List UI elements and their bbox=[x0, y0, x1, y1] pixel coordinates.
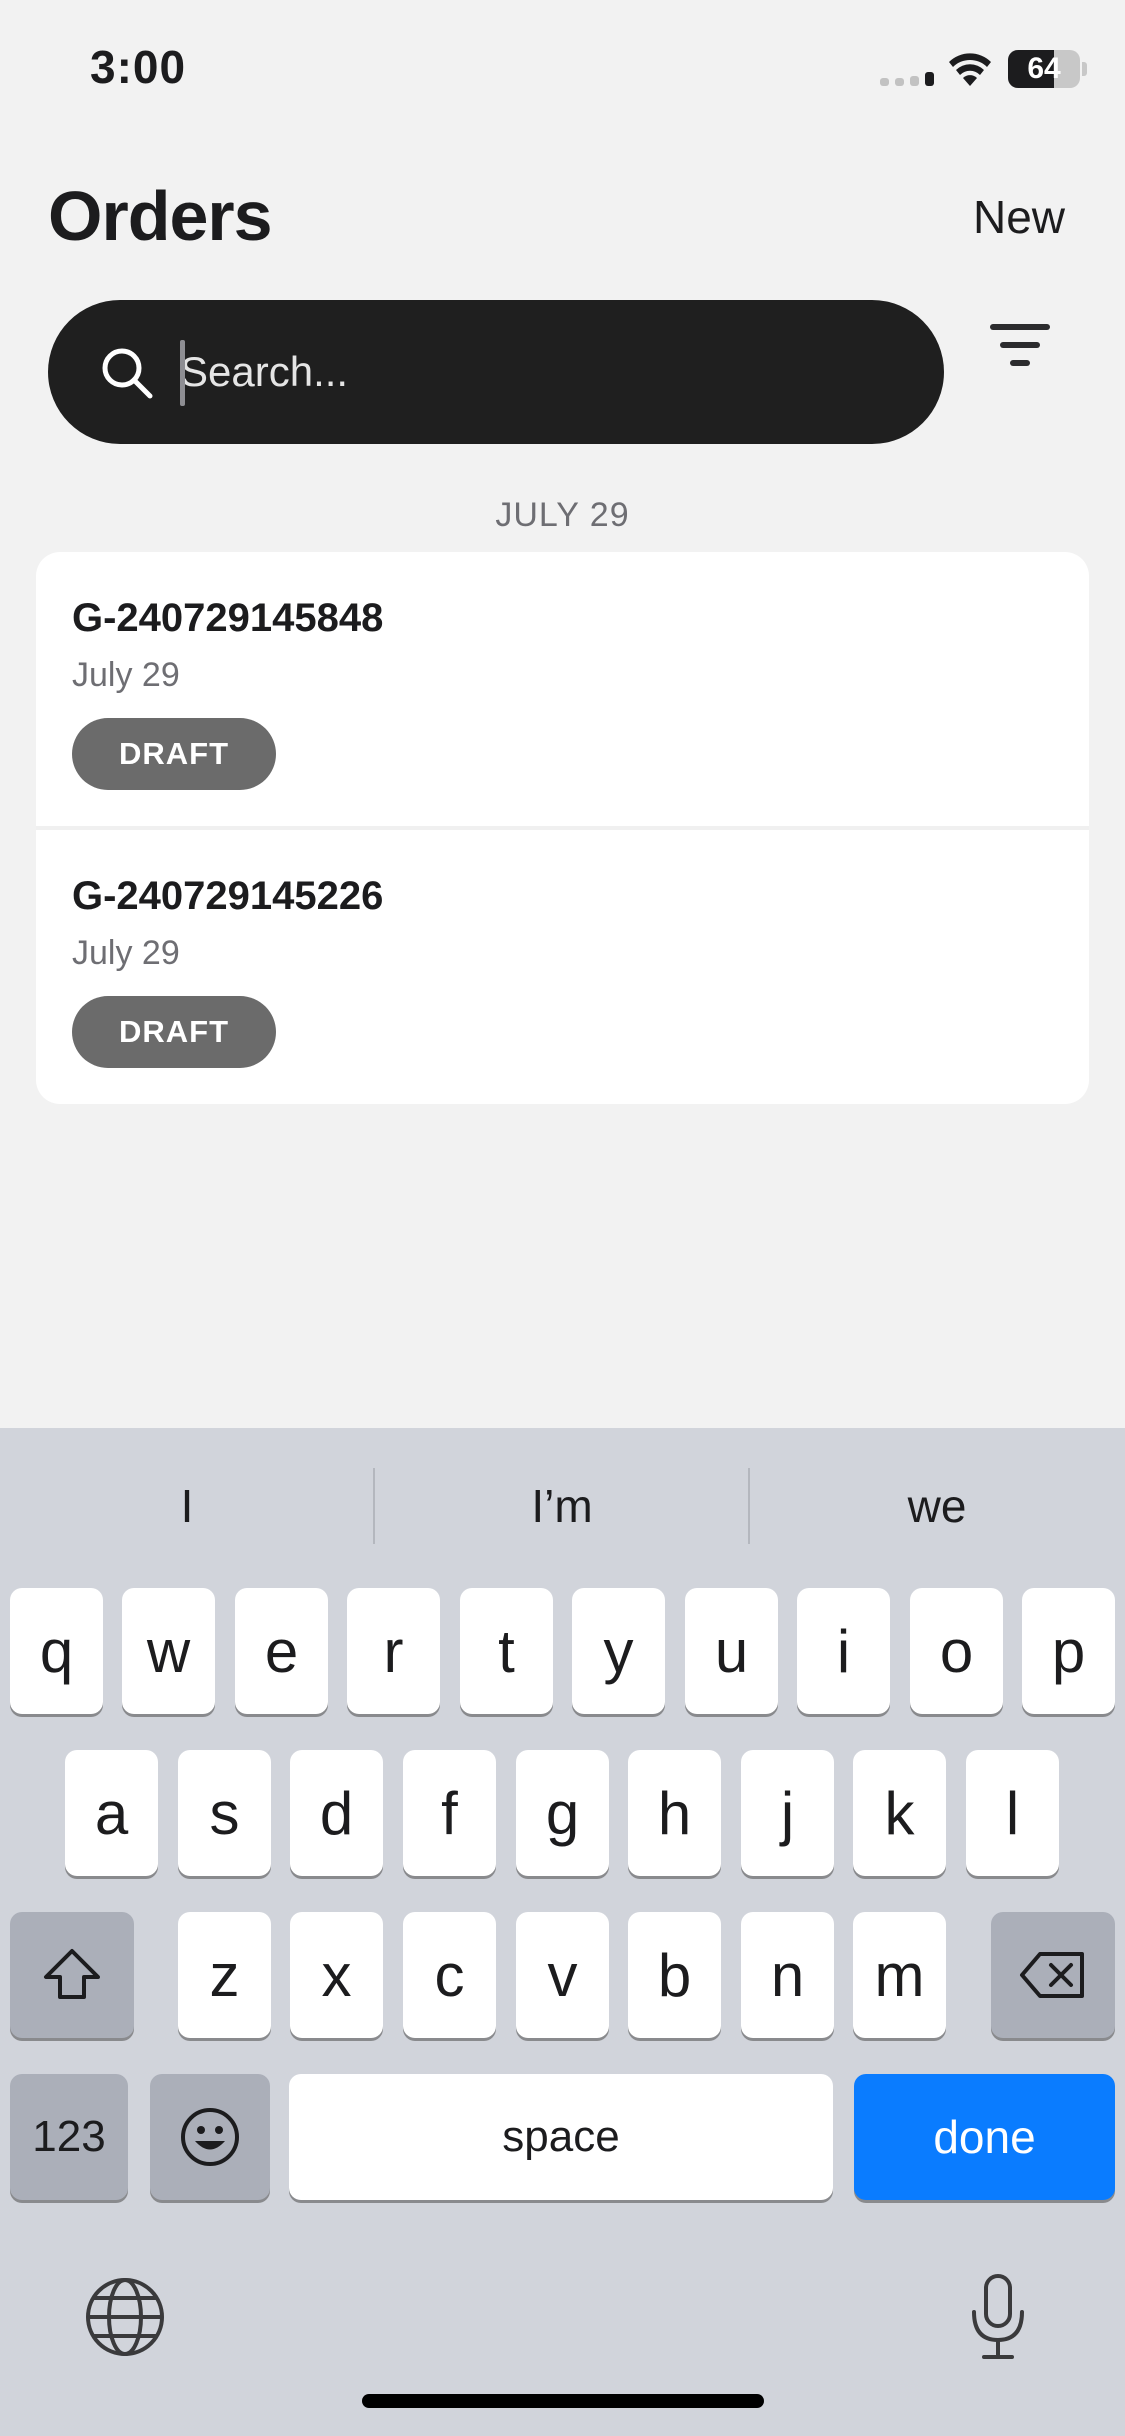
key-u[interactable]: u bbox=[685, 1588, 778, 1714]
key-r[interactable]: r bbox=[347, 1588, 440, 1714]
order-date: July 29 bbox=[72, 934, 180, 972]
globe-icon[interactable] bbox=[84, 2276, 166, 2358]
done-key[interactable]: done bbox=[854, 2074, 1115, 2200]
new-order-button[interactable]: New bbox=[973, 190, 1065, 244]
shift-key[interactable] bbox=[10, 1912, 134, 2038]
order-row[interactable]: G-240729145848 July 29 DRAFT bbox=[36, 552, 1089, 826]
search-icon bbox=[102, 348, 153, 399]
battery-tip bbox=[1082, 62, 1087, 76]
page-title: Orders bbox=[48, 177, 273, 255]
key-e[interactable]: e bbox=[235, 1588, 328, 1714]
order-row[interactable]: G-240729145226 July 29 DRAFT bbox=[36, 830, 1089, 1104]
emoji-icon bbox=[181, 2108, 239, 2166]
key-b[interactable]: b bbox=[628, 1912, 721, 2038]
key-m[interactable]: m bbox=[853, 1912, 946, 2038]
key-n[interactable]: n bbox=[741, 1912, 834, 2038]
key-f[interactable]: f bbox=[403, 1750, 496, 1876]
key-h[interactable]: h bbox=[628, 1750, 721, 1876]
battery-level: 64 bbox=[1027, 52, 1061, 85]
filter-icon[interactable] bbox=[990, 318, 1060, 378]
key-g[interactable]: g bbox=[516, 1750, 609, 1876]
key-a[interactable]: a bbox=[65, 1750, 158, 1876]
search-bar[interactable] bbox=[48, 300, 944, 444]
order-id: G-240729145226 bbox=[72, 874, 384, 918]
suggestion-1[interactable]: I bbox=[0, 1466, 374, 1546]
shift-icon bbox=[44, 1949, 100, 1999]
key-c[interactable]: c bbox=[403, 1912, 496, 2038]
key-y[interactable]: y bbox=[572, 1588, 665, 1714]
key-k[interactable]: k bbox=[853, 1750, 946, 1876]
key-q[interactable]: q bbox=[10, 1588, 103, 1714]
wifi-icon bbox=[949, 53, 991, 86]
emoji-key[interactable] bbox=[150, 2074, 270, 2200]
key-o[interactable]: o bbox=[910, 1588, 1003, 1714]
orders-list: G-240729145848 July 29 DRAFT G-240729145… bbox=[36, 552, 1089, 1104]
status-badge: DRAFT bbox=[72, 718, 276, 790]
order-id: G-240729145848 bbox=[72, 596, 384, 640]
section-date-header: JULY 29 bbox=[495, 496, 630, 534]
battery-icon: 64 bbox=[1008, 50, 1080, 88]
key-d[interactable]: d bbox=[290, 1750, 383, 1876]
order-date: July 29 bbox=[72, 656, 180, 694]
cellular-signal-icon bbox=[880, 72, 934, 86]
key-v[interactable]: v bbox=[516, 1912, 609, 2038]
search-input[interactable] bbox=[180, 334, 900, 410]
key-t[interactable]: t bbox=[460, 1588, 553, 1714]
key-i[interactable]: i bbox=[797, 1588, 890, 1714]
space-key[interactable]: space bbox=[289, 2074, 833, 2200]
text-cursor bbox=[180, 340, 185, 406]
key-s[interactable]: s bbox=[178, 1750, 271, 1876]
status-bar: 3:00 64 bbox=[0, 0, 1125, 140]
backspace-icon bbox=[1020, 1952, 1084, 1998]
delete-key[interactable] bbox=[991, 1912, 1115, 2038]
microphone-icon[interactable] bbox=[966, 2272, 1030, 2362]
key-x[interactable]: x bbox=[290, 1912, 383, 2038]
status-badge: DRAFT bbox=[72, 996, 276, 1068]
suggestion-2[interactable]: I’m bbox=[375, 1466, 749, 1546]
numbers-key[interactable]: 123 bbox=[10, 2074, 128, 2200]
keyboard: I I’m we q w e r t y u i o p a s d f g h… bbox=[0, 1428, 1125, 2436]
status-time: 3:00 bbox=[90, 41, 187, 93]
key-z[interactable]: z bbox=[178, 1912, 271, 2038]
key-l[interactable]: l bbox=[966, 1750, 1059, 1876]
suggestion-3[interactable]: we bbox=[750, 1466, 1124, 1546]
key-p[interactable]: p bbox=[1022, 1588, 1115, 1714]
key-w[interactable]: w bbox=[122, 1588, 215, 1714]
key-j[interactable]: j bbox=[741, 1750, 834, 1876]
home-indicator[interactable] bbox=[362, 2394, 764, 2408]
